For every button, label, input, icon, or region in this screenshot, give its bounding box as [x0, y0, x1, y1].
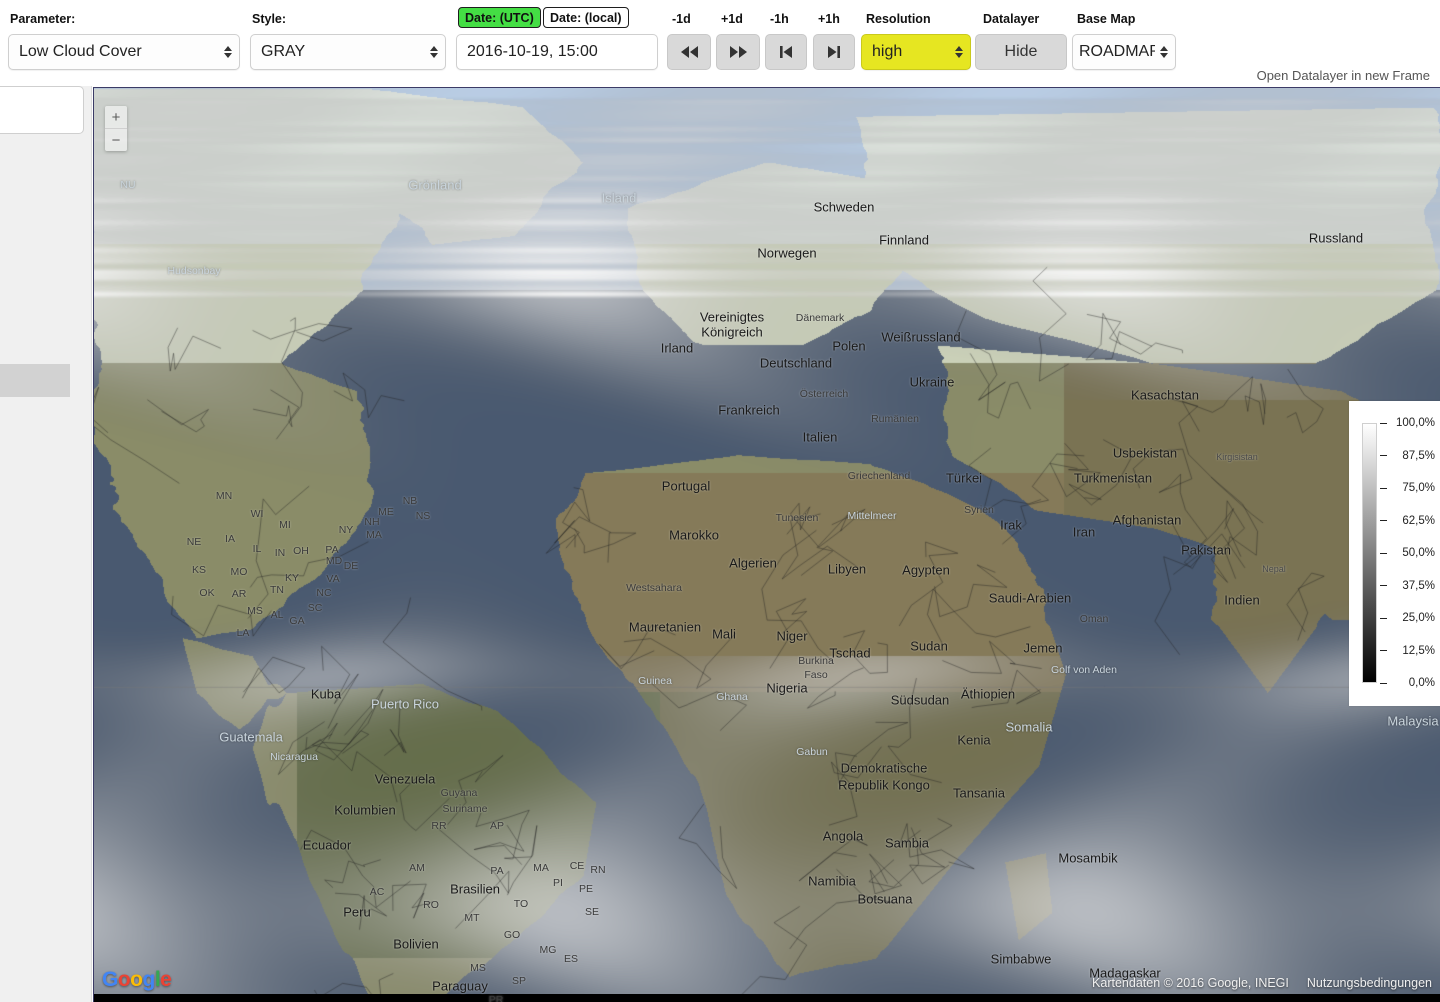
- basemap-value: ROADMAP: [1079, 43, 1155, 61]
- google-logo: Google: [102, 968, 171, 992]
- basemap-select[interactable]: ROADMAP: [1072, 34, 1176, 70]
- chevron-updown-icon: [429, 42, 439, 62]
- datalayer-hide-label: Hide: [1005, 43, 1038, 61]
- legend-tick-dash: [1380, 650, 1387, 651]
- parameter-value: Low Cloud Cover: [19, 43, 219, 61]
- legend-tick: 62,5%: [1380, 514, 1438, 528]
- google-logo-letter: o: [118, 968, 130, 991]
- date-input[interactable]: 2016-10-19, 15:00: [456, 34, 658, 70]
- legend-tick-dash: [1380, 488, 1387, 489]
- legend-tick-dash: [1380, 520, 1387, 521]
- legend-tick-label: 100,0%: [1392, 417, 1438, 429]
- basemap-label: Base Map: [1077, 12, 1135, 26]
- legend-tick-dash: [1380, 553, 1387, 554]
- date-local-button[interactable]: Date: (local): [543, 7, 629, 28]
- legend-tick-label: 62,5%: [1392, 515, 1438, 527]
- left-panel-input-box[interactable]: [0, 86, 84, 134]
- legend-tick-label: 87,5%: [1392, 450, 1438, 462]
- legend-tick-label: 12,5%: [1392, 645, 1438, 657]
- google-logo-letter: o: [130, 968, 142, 991]
- legend-tick-dash: [1380, 423, 1387, 424]
- datalayer-label: Datalayer: [983, 12, 1039, 26]
- map-attribution: Kartendaten © 2016 Google, INEGI Nutzung…: [1092, 976, 1432, 990]
- map-viewport[interactable]: + − NUGrönlandIslandSchwedenFinnlandRuss…: [93, 87, 1440, 1002]
- legend-tick: 0,0%: [1380, 676, 1438, 690]
- legend-tick: 12,5%: [1380, 644, 1438, 658]
- legend-panel: 100,0% 87,5% 75,0% 62,5% 50,0% 37,5% 25,0% 12,5…: [1349, 401, 1440, 706]
- skip-forward-icon: [729, 45, 748, 59]
- style-select[interactable]: GRAY: [250, 34, 446, 70]
- legend-tick: 25,0%: [1380, 611, 1438, 625]
- minus-1h-label: -1h: [770, 12, 789, 26]
- skip-backward-button[interactable]: [667, 34, 711, 70]
- parameter-label: Parameter:: [10, 12, 75, 26]
- left-panel-placeholder-block: [0, 364, 70, 397]
- date-utc-button[interactable]: Date: (UTC): [458, 7, 541, 28]
- google-logo-letter: g: [143, 968, 155, 991]
- open-datalayer-new-frame-link[interactable]: Open Datalayer in new Frame: [1257, 68, 1430, 83]
- parameter-select[interactable]: Low Cloud Cover: [8, 34, 240, 70]
- skip-forward-button[interactable]: [716, 34, 760, 70]
- legend-tick-dash: [1380, 585, 1387, 586]
- minus-1d-label: -1d: [672, 12, 691, 26]
- toolbar: Parameter: Low Cloud Cover Style: GRAY D…: [0, 0, 1440, 86]
- datalayer-hide-button[interactable]: Hide: [975, 34, 1067, 70]
- legend-tick: 50,0%: [1380, 546, 1438, 560]
- chevron-updown-icon: [1159, 42, 1169, 62]
- zoom-in-button[interactable]: +: [105, 106, 127, 128]
- step-backward-button[interactable]: [765, 34, 807, 70]
- legend-tick: 37,5%: [1380, 579, 1438, 593]
- terms-of-use-link[interactable]: Nutzungsbedingungen: [1307, 976, 1432, 990]
- resolution-value: high: [872, 43, 950, 61]
- legend-tick-label: 75,0%: [1392, 482, 1438, 494]
- step-forward-button[interactable]: [813, 34, 855, 70]
- legend-tick-label: 0,0%: [1392, 677, 1438, 689]
- legend-tick-label: 50,0%: [1392, 547, 1438, 559]
- map-data-credit: Kartendaten © 2016 Google, INEGI: [1092, 976, 1289, 990]
- skip-backward-icon: [680, 45, 699, 59]
- plus-1h-label: +1h: [818, 12, 840, 26]
- date-value: 2016-10-19, 15:00: [467, 43, 598, 61]
- chevron-updown-icon: [954, 42, 964, 62]
- left-panel: [0, 86, 92, 1002]
- resolution-select[interactable]: high: [861, 34, 971, 70]
- step-forward-icon: [827, 45, 841, 59]
- google-logo-letter: e: [160, 968, 171, 991]
- legend-tick: 100,0%: [1380, 416, 1438, 430]
- legend-tick: 87,5%: [1380, 449, 1438, 463]
- zoom-out-button[interactable]: −: [105, 129, 127, 151]
- legend-tick-dash: [1380, 683, 1387, 684]
- style-label: Style:: [252, 12, 286, 26]
- legend-tick-dash: [1380, 618, 1387, 619]
- plus-1d-label: +1d: [721, 12, 743, 26]
- map-imagery: [94, 88, 1440, 1002]
- map-bottom-bar: [94, 994, 1440, 1002]
- legend-tick-label: 37,5%: [1392, 580, 1438, 592]
- chevron-updown-icon: [223, 42, 233, 62]
- style-value: GRAY: [261, 43, 425, 61]
- step-backward-icon: [779, 45, 793, 59]
- legend-tick-dash: [1380, 455, 1387, 456]
- legend-color-bar: [1362, 423, 1377, 683]
- resolution-label: Resolution: [866, 12, 931, 26]
- google-logo-letter: G: [102, 968, 118, 991]
- legend-tick: 75,0%: [1380, 481, 1438, 495]
- legend-tick-label: 25,0%: [1392, 612, 1438, 624]
- map-zoom-control[interactable]: + −: [105, 106, 127, 151]
